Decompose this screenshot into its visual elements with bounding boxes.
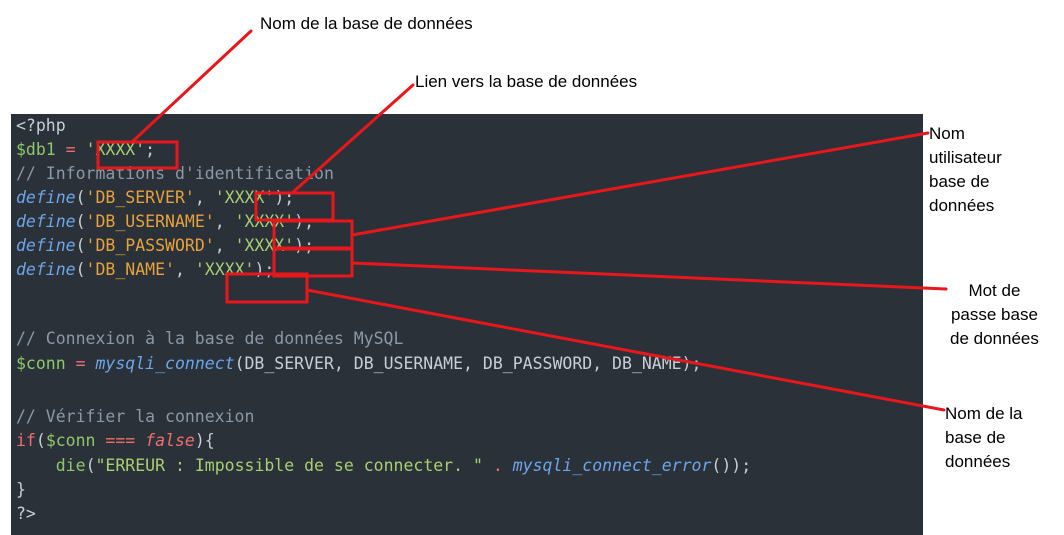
annotation-overlay: [96, 29, 948, 412]
leader-line-db-link: [290, 83, 415, 195]
highlight-box-db1: [96, 140, 179, 170]
leader-line-db-password: [350, 261, 948, 291]
highlight-box-server: [254, 191, 335, 222]
highlight-box-password: [272, 246, 354, 278]
highlight-box-name: [225, 272, 309, 304]
leader-line-db-name-top: [130, 29, 253, 144]
leader-line-db-name-right: [305, 288, 946, 412]
highlight-box-username: [272, 219, 354, 251]
leader-line-db-user: [350, 131, 930, 237]
